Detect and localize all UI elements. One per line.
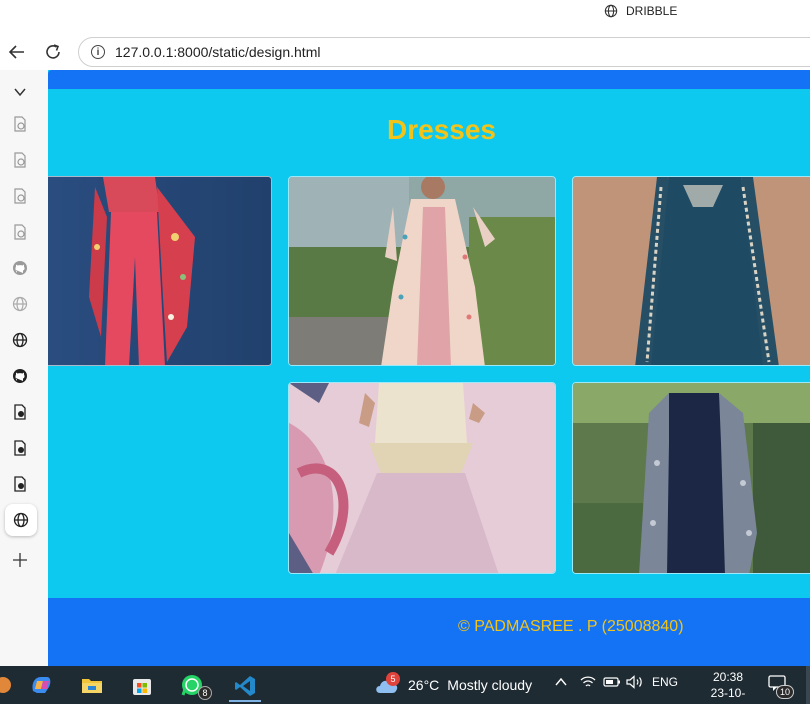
notification-badge: 10: [776, 685, 795, 699]
pink-palazzo-with-floral-cape-photo: [48, 177, 271, 365]
sidebar-tab-file-2[interactable]: [10, 150, 30, 170]
sidebar-tab-file-7[interactable]: [10, 474, 30, 494]
dress-image-5[interactable]: [572, 382, 810, 574]
show-desktop-button[interactable]: [806, 666, 810, 704]
chevron-up-icon: [555, 677, 567, 686]
volume-status[interactable]: [626, 675, 644, 692]
teal-anarkali-with-embroidered-jacket-photo: [573, 177, 810, 365]
show-hidden-icons-button[interactable]: [554, 675, 568, 692]
app-icon: [0, 677, 11, 693]
clock-date: 23-10-2025: [710, 686, 746, 716]
dress-image-3[interactable]: [572, 176, 810, 366]
file-tab-icon: [14, 152, 26, 168]
refresh-icon: [46, 44, 60, 59]
sidebar-tab-globe-1[interactable]: [10, 294, 30, 314]
dress-image-2[interactable]: [288, 176, 556, 366]
volume-icon: [626, 675, 642, 689]
file-tab-icon: [14, 188, 26, 204]
sidebar-tab-file-1[interactable]: [10, 114, 30, 134]
collapse-sidebar-button[interactable]: [10, 82, 30, 102]
taskbar-vscode[interactable]: [229, 672, 261, 702]
new-tab-button[interactable]: [10, 550, 30, 570]
vertical-tab-sidebar: [0, 70, 48, 666]
dress-image-4[interactable]: [288, 382, 556, 574]
dress-image-1[interactable]: [48, 176, 272, 366]
store-icon: [133, 679, 151, 695]
file-tab-icon: [14, 404, 26, 420]
wifi-status[interactable]: [580, 675, 596, 692]
printed-jacket-over-pink-dress-photo: [289, 177, 555, 365]
sidebar-tab-file-3[interactable]: [10, 186, 30, 206]
plus-icon: [13, 553, 27, 567]
browser-nav-bar: i 127.0.0.1:8000/static/design.html: [0, 34, 810, 70]
folder-icon: [82, 679, 102, 693]
taskbar-file-explorer[interactable]: [79, 672, 105, 698]
copilot-icon: [32, 677, 51, 693]
site-info-icon[interactable]: i: [91, 45, 105, 59]
url-text: 127.0.0.1:8000/static/design.html: [115, 44, 321, 60]
windows-taskbar: 8 26°C Mostly cloudy 5 ENG 20:38 23-10-2…: [0, 666, 810, 716]
whatsapp-badge: 8: [198, 686, 212, 700]
battery-icon: [603, 677, 620, 687]
vscode-icon: [235, 676, 255, 696]
sidebar-tab-globe-2[interactable]: [10, 330, 30, 350]
github-icon: [13, 261, 27, 275]
footer-copyright: © PADMASREE . P (25008840): [458, 618, 684, 635]
back-arrow-icon: [8, 45, 24, 59]
weather-badge: 5: [386, 672, 400, 686]
sidebar-tab-file-5[interactable]: [10, 402, 30, 422]
file-tab-icon: [14, 440, 26, 456]
sidebar-tab-active[interactable]: [5, 504, 37, 536]
back-button[interactable]: [5, 40, 29, 64]
page-title: Dresses: [387, 114, 496, 145]
wifi-icon: [580, 676, 596, 687]
page-header-bar: [48, 70, 810, 89]
navy-dress-with-printed-long-jacket-photo: [573, 383, 810, 573]
sidebar-tab-github-2[interactable]: [10, 366, 30, 386]
taskbar-store[interactable]: [129, 672, 155, 698]
globe-icon: [12, 296, 28, 312]
github-icon: [13, 369, 27, 383]
address-bar[interactable]: i 127.0.0.1:8000/static/design.html: [78, 37, 810, 67]
browser-tab[interactable]: DRIBBLE: [604, 4, 677, 18]
chevron-down-icon: [14, 88, 26, 97]
file-tab-icon: [14, 116, 26, 132]
globe-icon: [12, 332, 28, 348]
battery-status[interactable]: [603, 675, 621, 692]
file-tab-icon: [14, 476, 26, 492]
clock[interactable]: 20:38 23-10-2025: [700, 669, 756, 717]
peplum-top-with-lilac-skirt-photo: [289, 383, 555, 573]
sidebar-tab-file-6[interactable]: [10, 438, 30, 458]
taskbar-app-partial[interactable]: [0, 672, 16, 698]
sidebar-tab-file-4[interactable]: [10, 222, 30, 242]
web-page: Dresses © PADMASREE . P (25008840): [48, 70, 810, 666]
language-indicator[interactable]: ENG: [652, 675, 678, 689]
taskbar-copilot[interactable]: [28, 672, 54, 698]
globe-icon: [604, 4, 618, 18]
file-tab-icon: [14, 224, 26, 240]
globe-icon: [13, 512, 29, 528]
refresh-button[interactable]: [41, 40, 65, 64]
temperature-text: 26°C: [408, 677, 440, 693]
clock-time: 20:38: [712, 670, 744, 684]
page-footer: © PADMASREE . P (25008840): [48, 598, 810, 666]
tab-title-text: DRIBBLE: [626, 4, 678, 18]
sidebar-tab-github-1[interactable]: [10, 258, 30, 278]
weather-text: Mostly cloudy: [447, 677, 533, 693]
browser-title-bar: DRIBBLE: [0, 0, 810, 34]
